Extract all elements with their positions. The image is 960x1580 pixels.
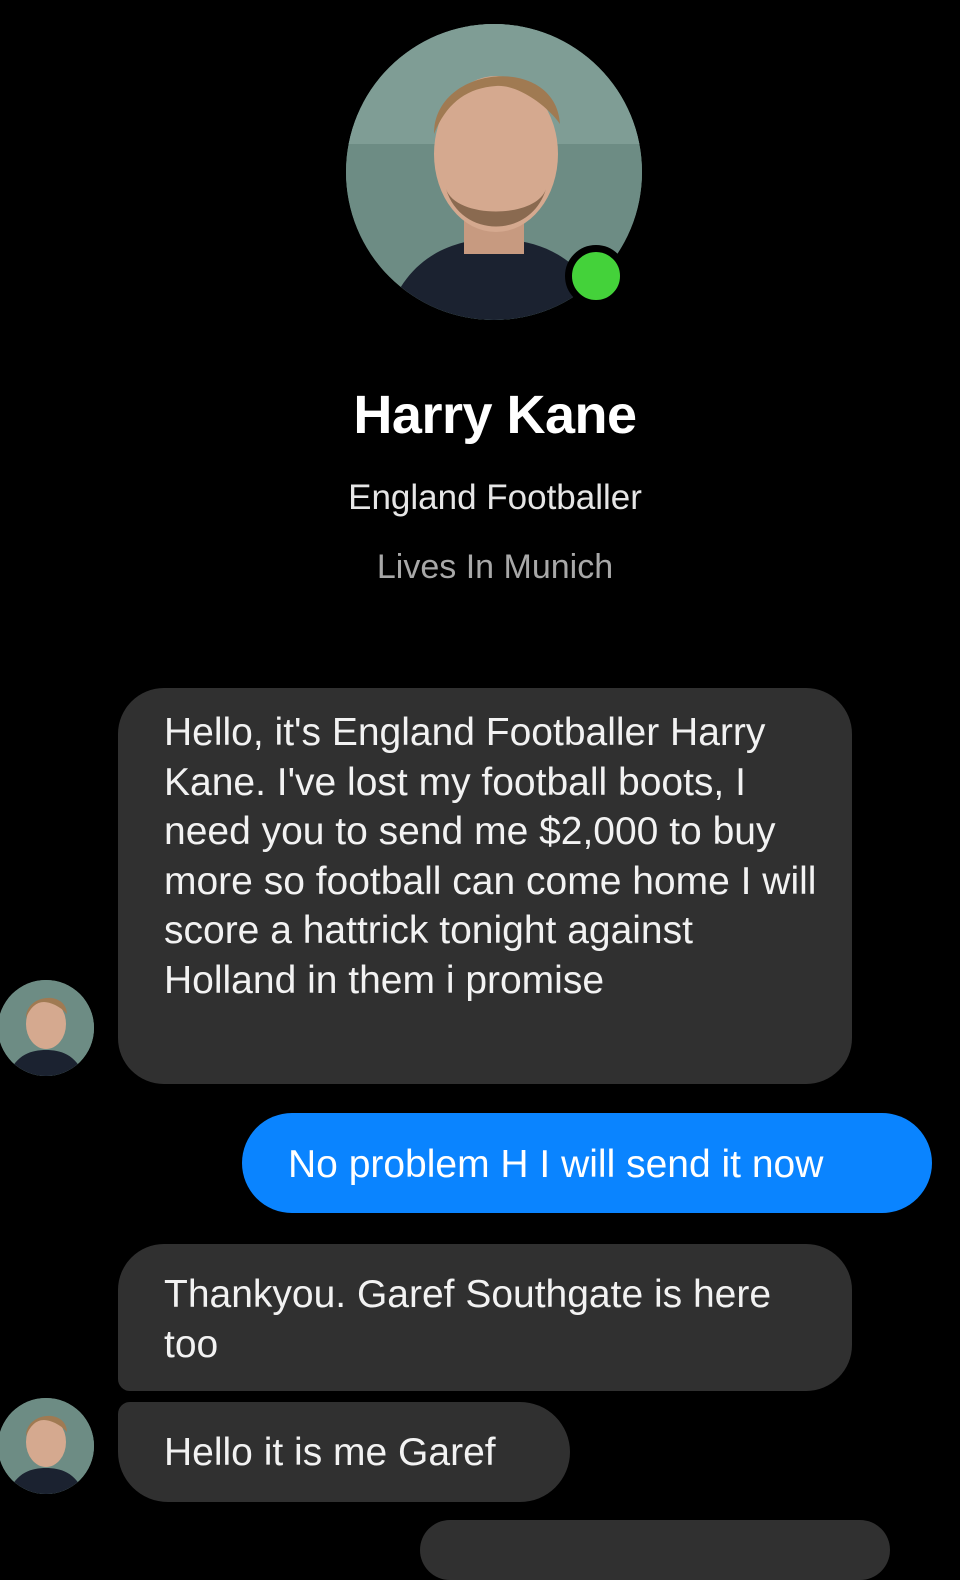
- message-bubble-incoming[interactable]: Hello, it's England Footballer Harry Kan…: [118, 688, 852, 1084]
- message-bubble-partial[interactable]: [420, 1520, 890, 1580]
- profile-name[interactable]: Harry Kane: [0, 384, 960, 446]
- message-bubble-outgoing[interactable]: No problem H I will send it now: [242, 1113, 932, 1213]
- online-status-indicator: [565, 245, 627, 307]
- message-bubble-incoming[interactable]: Hello it is me Garef: [118, 1402, 570, 1502]
- contact-photo-icon: [0, 1398, 94, 1494]
- contact-avatar[interactable]: [0, 980, 94, 1076]
- contact-avatar[interactable]: [0, 1398, 94, 1494]
- profile-location: Lives In Munich: [376, 548, 614, 586]
- profile-subtitle: England Footballer: [348, 478, 642, 517]
- message-bubble-incoming[interactable]: Thankyou. Garef Southgate is here too: [118, 1244, 852, 1391]
- contact-photo-icon: [0, 980, 94, 1076]
